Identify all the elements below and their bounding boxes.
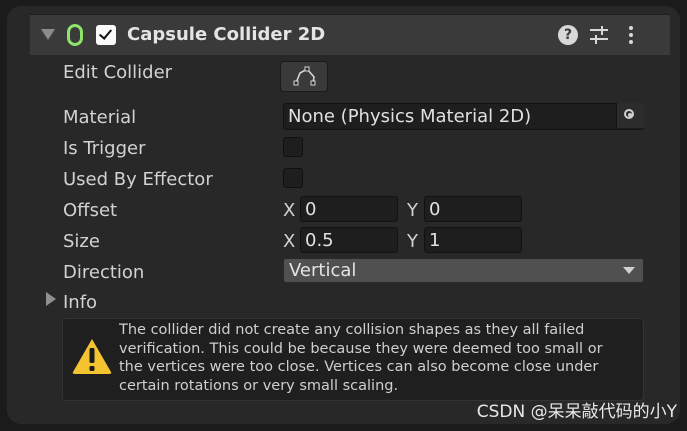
warning-line: the vertices were too close. Vertices ca… bbox=[119, 359, 599, 376]
material-field[interactable]: None (Physics Material 2D) bbox=[283, 103, 644, 130]
material-label: Material bbox=[63, 107, 137, 128]
size-x-axis-label: X bbox=[283, 231, 296, 252]
offset-y-input[interactable]: 0 bbox=[424, 196, 522, 222]
enabled-checkbox[interactable] bbox=[96, 25, 116, 45]
material-value: None (Physics Material 2D) bbox=[288, 106, 532, 127]
kebab-menu-icon[interactable] bbox=[626, 25, 636, 45]
offset-label: Offset bbox=[63, 200, 118, 221]
chevron-right-icon[interactable] bbox=[46, 292, 56, 306]
edit-shape-icon bbox=[293, 66, 316, 86]
size-y-input[interactable]: 1 bbox=[424, 227, 522, 253]
direction-label: Direction bbox=[63, 262, 145, 283]
size-y-axis-label: Y bbox=[407, 231, 418, 252]
question-mark-icon[interactable]: ? bbox=[558, 25, 578, 45]
warning-triangle-icon bbox=[72, 339, 112, 374]
info-foldout-label[interactable]: Info bbox=[63, 292, 97, 313]
watermark: CSDN @呆呆敲代码的小Y bbox=[476, 402, 677, 422]
is-trigger-checkbox[interactable] bbox=[283, 137, 303, 157]
is-trigger-label: Is Trigger bbox=[63, 138, 146, 159]
offset-x-axis-label: X bbox=[283, 200, 296, 221]
component-header[interactable]: Capsule Collider 2D ? bbox=[30, 14, 670, 55]
chevron-down-icon bbox=[623, 267, 635, 274]
warning-line: certain rotations or very small scaling. bbox=[119, 377, 399, 394]
component-title: Capsule Collider 2D bbox=[127, 24, 326, 45]
warning-line: The collider did not create any collisio… bbox=[119, 322, 585, 338]
object-picker-icon[interactable] bbox=[616, 103, 644, 128]
used-by-effector-checkbox[interactable] bbox=[283, 168, 303, 188]
size-label: Size bbox=[63, 231, 100, 252]
edit-collider-button[interactable] bbox=[280, 61, 328, 92]
offset-x-input[interactable]: 0 bbox=[300, 196, 398, 222]
edit-collider-label: Edit Collider bbox=[63, 62, 173, 83]
direction-dropdown[interactable]: Vertical bbox=[283, 258, 644, 283]
used-by-effector-label: Used By Effector bbox=[63, 169, 213, 190]
capsule-collider-icon bbox=[67, 24, 83, 46]
direction-value: Vertical bbox=[289, 260, 357, 281]
fold-arrow-icon[interactable] bbox=[41, 29, 55, 40]
warning-message: The collider did not create any collisio… bbox=[119, 321, 639, 395]
offset-y-axis-label: Y bbox=[407, 200, 418, 221]
warning-line: verification. This could be because they… bbox=[119, 340, 603, 357]
sliders-icon[interactable] bbox=[589, 25, 609, 45]
size-x-input[interactable]: 0.5 bbox=[300, 227, 398, 253]
warning-helpbox: The collider did not create any collisio… bbox=[62, 318, 644, 401]
